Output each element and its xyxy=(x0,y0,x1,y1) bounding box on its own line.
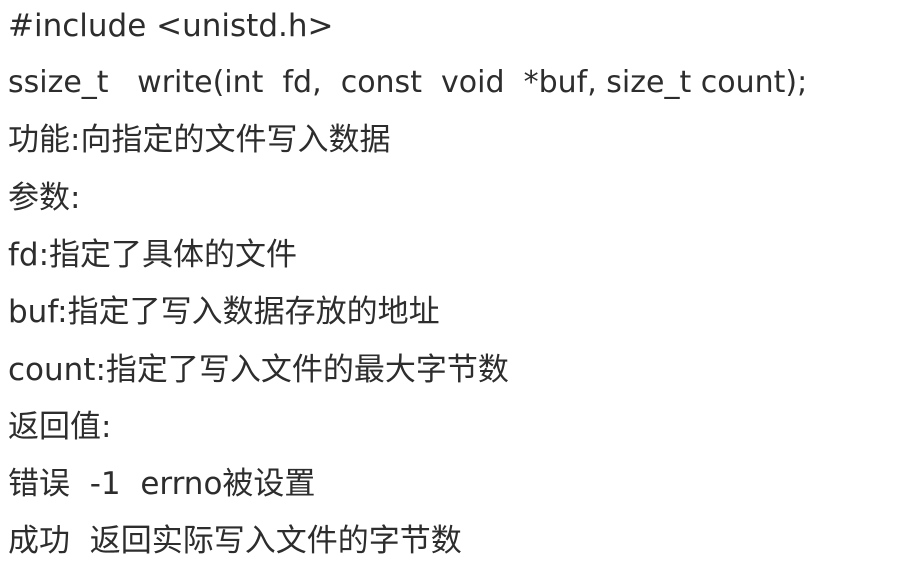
param-buf-line: buf:指定了写入数据存放的地址 xyxy=(8,294,440,330)
parameters-heading: 参数: xyxy=(8,180,81,216)
return-error-line: 错误 -1 errno被设置 xyxy=(8,466,316,502)
param-fd-line: fd:指定了具体的文件 xyxy=(8,237,298,273)
param-count-line: count:指定了写入文件的最大字节数 xyxy=(8,352,509,388)
function-signature-line: ssize_t write(int fd, const void *buf, s… xyxy=(8,65,808,100)
include-line: #include <unistd.h> xyxy=(8,8,334,44)
return-success-line: 成功 返回实际写入文件的字节数 xyxy=(8,523,462,559)
function-description-line: 功能:向指定的文件写入数据 xyxy=(8,122,391,158)
return-value-heading: 返回值: xyxy=(8,409,112,445)
